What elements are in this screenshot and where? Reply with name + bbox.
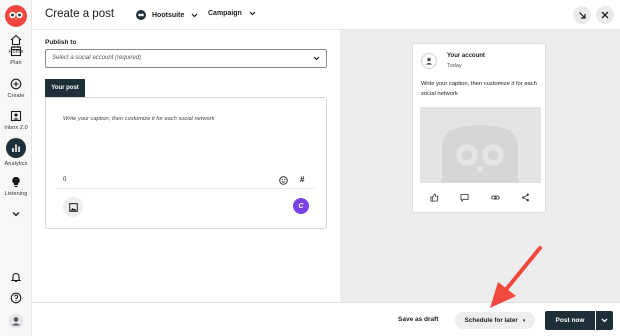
- post-now-button[interactable]: Post now: [545, 311, 595, 330]
- emoji-icon[interactable]: [279, 176, 288, 185]
- nav-active-indicator: [6, 138, 26, 158]
- nav-item-plan[interactable]: Plan: [0, 45, 32, 66]
- preview-caption: Write your caption, then customize it fo…: [421, 81, 537, 97]
- preview-timestamp: Today: [447, 63, 462, 69]
- share-icon: [522, 193, 530, 202]
- lightbulb-icon: [12, 176, 20, 187]
- inbox-icon: [10, 110, 22, 122]
- header: Create a post Hootsuite Campaign: [32, 0, 620, 30]
- help-icon: [10, 292, 22, 304]
- publish-to-label: Publish to: [45, 39, 77, 46]
- nav-item-create[interactable]: Create: [0, 78, 32, 99]
- like-icon: [430, 193, 439, 202]
- ai-assistant-icon: C: [298, 202, 304, 210]
- minimize-button[interactable]: [573, 6, 591, 24]
- chevron-down-icon: [601, 318, 608, 323]
- footer-action-bar: Save as draft Schedule for later ▾ Post …: [32, 302, 620, 336]
- chevron-down-icon: [249, 11, 256, 16]
- nav-item-listening[interactable]: Listening: [0, 176, 32, 197]
- chevron-down-icon: [12, 212, 20, 217]
- tab-your-post[interactable]: Your post: [45, 79, 85, 97]
- user-icon: [425, 57, 433, 65]
- campaign-label: Campaign: [208, 10, 242, 17]
- schedule-for-later-label: Schedule for later: [464, 317, 518, 324]
- compose-box: Write your caption, then customize it fo…: [45, 97, 327, 229]
- compose-divider: [56, 188, 316, 189]
- nav-label-plan: Plan: [10, 60, 22, 66]
- bell-icon: [10, 273, 22, 283]
- arrow-down-right-icon: [578, 11, 586, 19]
- post-editor: Publish to Select a social account (requ…: [32, 30, 340, 302]
- preview-pane: Your account Today Write your caption, t…: [340, 30, 620, 302]
- post-preview-card: Your account Today Write your caption, t…: [412, 43, 546, 213]
- social-account-select[interactable]: Select a social account (required): [45, 49, 327, 68]
- nav-label-analytics: Analytics: [4, 161, 28, 167]
- help-button[interactable]: [0, 292, 32, 304]
- user-avatar-icon: [8, 313, 24, 329]
- save-as-draft-button[interactable]: Save as draft: [398, 316, 438, 323]
- social-account-placeholder: Select a social account (required): [52, 55, 142, 61]
- ai-assistant-button[interactable]: C: [293, 198, 309, 214]
- close-icon: [601, 11, 609, 19]
- preview-image-placeholder: [420, 107, 541, 183]
- add-media-button[interactable]: [63, 197, 83, 217]
- calendar-icon: [10, 46, 22, 57]
- organization-dropdown[interactable]: Hootsuite: [136, 10, 198, 20]
- chevron-down-icon: [313, 56, 320, 61]
- nav-label-listening: Listening: [4, 191, 28, 197]
- caption-input[interactable]: Write your caption, then customize it fo…: [63, 116, 214, 122]
- campaign-dropdown[interactable]: Campaign: [208, 10, 256, 17]
- bar-chart-icon: [12, 144, 20, 152]
- compose-window: Home Plan Create Inbox 2.0 Analytics Lis…: [0, 0, 620, 336]
- page-title: Create a post: [45, 8, 115, 20]
- comment-icon: [460, 193, 469, 202]
- caret-down-icon: ▾: [522, 317, 526, 324]
- nav-expand[interactable]: [0, 208, 32, 220]
- hashtag-button[interactable]: #: [300, 175, 304, 184]
- organization-label: Hootsuite: [152, 11, 185, 19]
- organization-owl-icon: [136, 10, 146, 20]
- schedule-for-later-button[interactable]: Schedule for later ▾: [455, 312, 535, 329]
- link-icon: [491, 195, 500, 200]
- post-now-options-button[interactable]: [596, 311, 613, 330]
- nav-item-analytics[interactable]: Analytics: [0, 138, 32, 167]
- preview-avatar: [421, 53, 437, 69]
- character-count: 0: [63, 177, 67, 183]
- close-button[interactable]: [596, 6, 614, 24]
- nav-item-inbox[interactable]: Inbox 2.0: [0, 110, 32, 131]
- image-icon: [68, 202, 78, 212]
- left-nav: Home Plan Create Inbox 2.0 Analytics Lis…: [0, 0, 32, 336]
- nav-label-inbox: Inbox 2.0: [4, 125, 28, 131]
- preview-account-name: Your account: [447, 53, 485, 59]
- plus-circle-icon: [10, 78, 22, 90]
- preview-actions: [413, 193, 547, 202]
- chevron-down-icon: [191, 13, 198, 17]
- hootsuite-owl-logo[interactable]: [4, 4, 28, 28]
- nav-label-create: Create: [7, 93, 25, 99]
- profile-button[interactable]: [0, 313, 32, 329]
- notifications-button[interactable]: [0, 271, 32, 283]
- owl-watermark-icon: [442, 125, 518, 183]
